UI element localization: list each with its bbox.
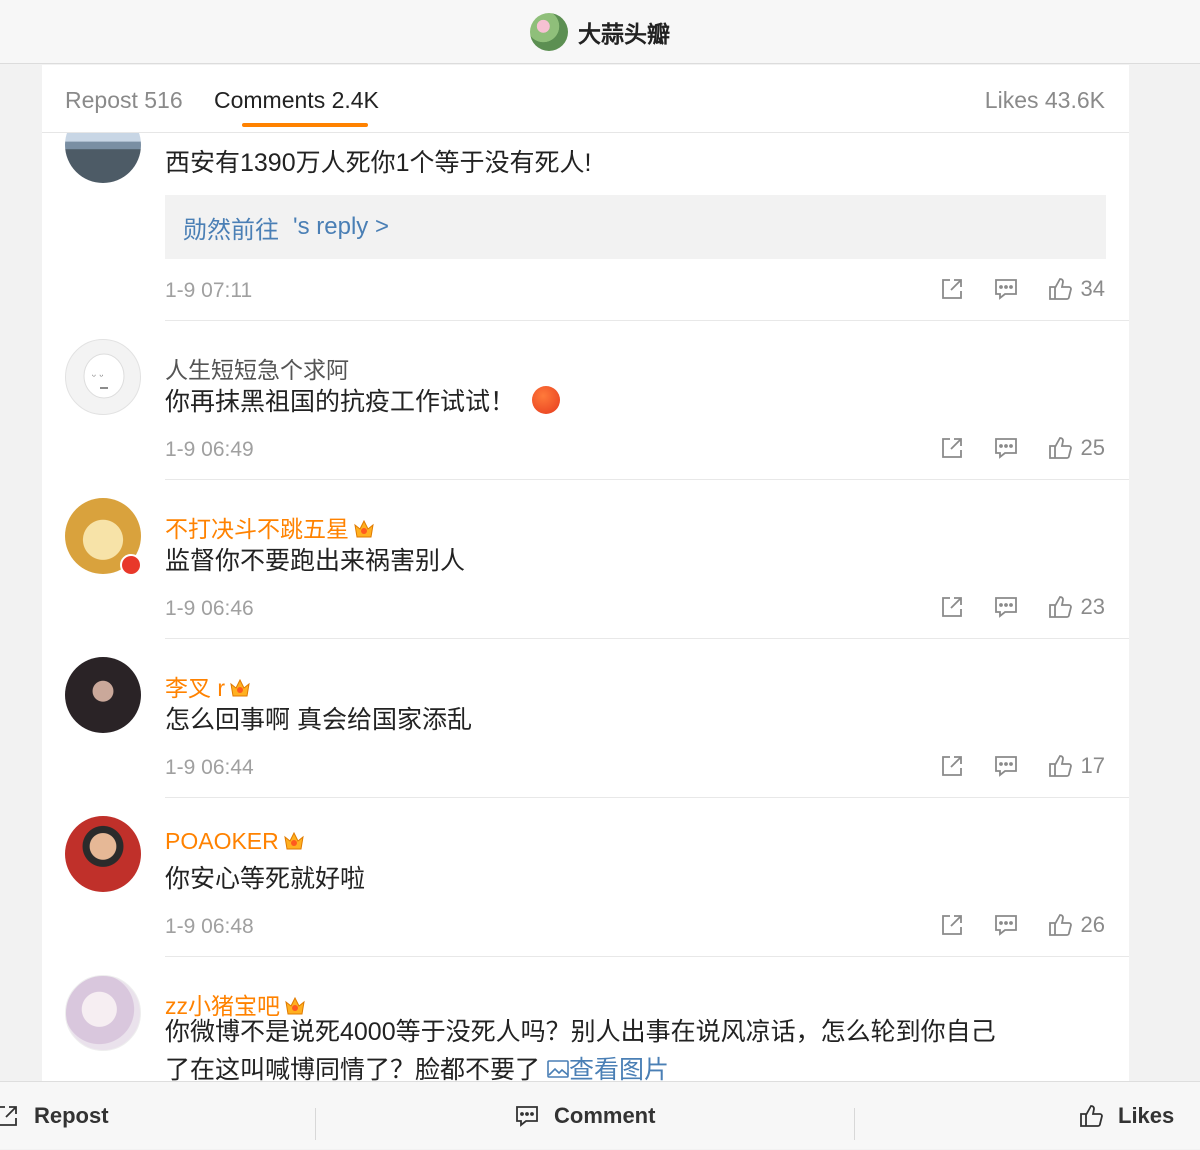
username[interactable]: 人生短短急个求阿: [165, 351, 349, 385]
avatar[interactable]: [65, 657, 141, 733]
like-count: 17: [1080, 753, 1105, 778]
username-text[interactable]: 李叉 r: [165, 675, 225, 701]
comment-icon[interactable]: [993, 276, 1019, 302]
tab-repost[interactable]: Repost 516: [65, 87, 183, 114]
vip-crown-icon: [230, 678, 250, 697]
username[interactable]: 不打决斗不跳五星: [165, 510, 375, 544]
header-title[interactable]: 大蒜头瓣: [578, 15, 670, 49]
like-count: 23: [1080, 594, 1105, 619]
username[interactable]: POAOKER: [165, 828, 305, 855]
image-icon: [547, 1060, 569, 1078]
like-count: 26: [1080, 912, 1105, 937]
divider: [165, 320, 1129, 321]
divider: [165, 479, 1129, 480]
comment-text-line-2-content: 了在这叫喊博同情了？脸都不要了: [165, 1056, 541, 1081]
divider: [165, 797, 1129, 798]
comment-text-line-2: 了在这叫喊博同情了？脸都不要了 查看图片: [165, 1051, 669, 1081]
comment-icon: [516, 1106, 538, 1127]
comment-text: 怎么回事啊 真会给国家添乱: [165, 706, 472, 734]
comment-time: 1-9 06:49: [165, 438, 254, 461]
avatar[interactable]: ᵕ ᵕ: [65, 339, 141, 415]
svg-text:ᵕ ᵕ: ᵕ ᵕ: [92, 372, 103, 383]
likes-button[interactable]: Likes: [1078, 1082, 1174, 1150]
view-image-text[interactable]: 查看图片: [569, 1056, 669, 1081]
thumbs-up-icon[interactable]: [1047, 594, 1073, 620]
separator: [315, 1108, 316, 1140]
comment-time: 1-9 06:48: [165, 915, 254, 938]
vip-crown-icon: [354, 519, 374, 538]
share-icon[interactable]: [939, 276, 965, 302]
view-image-link[interactable]: 查看图片: [547, 1056, 669, 1081]
top-header: 大蒜头瓣: [0, 0, 1200, 64]
bottom-action-bar: Repost Comment Likes: [0, 1081, 1200, 1149]
likes-label: Likes: [1118, 1103, 1175, 1128]
comment-text: 监督你不要跑出来祸害别人: [165, 547, 466, 575]
comment-text-line-1: 你微博不是说死4000等于没死人吗？别人出事在说风凉话，怎么轮到你自己: [165, 1018, 996, 1046]
repost-icon: [0, 1106, 17, 1126]
tab-bar: Repost 516 Comments 2.4K Likes 43.6K: [42, 65, 1129, 133]
header-avatar[interactable]: [530, 12, 568, 51]
comment-button[interactable]: Comment: [514, 1082, 655, 1150]
like-count: 34: [1080, 276, 1105, 301]
share-icon[interactable]: [939, 594, 965, 620]
thumbs-up-icon[interactable]: [1047, 912, 1073, 938]
comment-actions: 34: [911, 276, 1105, 302]
comment-text: 你再抹黑祖国的抗疫工作试试！: [165, 383, 560, 421]
comment-icon[interactable]: [993, 912, 1019, 938]
verified-badge-icon: [120, 554, 142, 576]
divider: [165, 638, 1129, 639]
username[interactable]: 李叉 r: [165, 669, 251, 703]
comment-actions: 26: [911, 912, 1105, 938]
comment-icon[interactable]: [993, 753, 1019, 779]
divider: [165, 956, 1129, 957]
comment-label: Comment: [554, 1103, 656, 1128]
like-count: 25: [1080, 435, 1105, 460]
avatar[interactable]: [65, 975, 141, 1051]
comment-time: 1-9 07:11: [165, 279, 253, 302]
username-text[interactable]: 不打决斗不跳五星: [165, 516, 349, 542]
comment-list: 西安有1390万人死你1个等于没有死人! 勋然前往 's reply > 1-9…: [42, 65, 1129, 1081]
comment-text: 你安心等死就好啦: [165, 865, 366, 893]
vip-crown-icon: [284, 831, 304, 850]
tab-comments[interactable]: Comments 2.4K: [214, 87, 379, 114]
comment-actions: 17: [911, 753, 1105, 779]
comment-time: 1-9 06:44: [165, 756, 254, 779]
thumbs-up-icon[interactable]: [1047, 435, 1073, 461]
comment-icon[interactable]: [993, 594, 1019, 620]
comments-card: 西安有1390万人死你1个等于没有死人! 勋然前往 's reply > 1-9…: [42, 65, 1129, 1081]
comment-time: 1-9 06:46: [165, 597, 254, 620]
share-icon[interactable]: [939, 435, 965, 461]
angry-emoji-icon: [531, 386, 560, 414]
share-icon[interactable]: [939, 753, 965, 779]
username-text[interactable]: POAOKER: [165, 828, 279, 854]
separator: [854, 1108, 855, 1140]
repost-label: Repost: [34, 1103, 109, 1128]
reply-author[interactable]: 勋然前往: [183, 210, 279, 245]
share-icon[interactable]: [939, 912, 965, 938]
avatar[interactable]: [65, 816, 141, 892]
tab-likes[interactable]: Likes 43.6K: [985, 87, 1105, 114]
active-tab-indicator: [242, 123, 368, 127]
reply-link[interactable]: 's reply >: [293, 213, 389, 241]
comment-actions: 25: [911, 435, 1105, 461]
thumbs-up-icon[interactable]: [1047, 276, 1073, 302]
thumbs-up-icon: [1080, 1105, 1103, 1127]
reply-box[interactable]: 勋然前往 's reply >: [165, 195, 1106, 259]
comment-text: 西安有1390万人死你1个等于没有死人!: [165, 149, 592, 177]
comment-text-content: 你再抹黑祖国的抗疫工作试试！: [165, 388, 516, 416]
thumbs-up-icon[interactable]: [1047, 753, 1073, 779]
repost-button[interactable]: Repost: [0, 1082, 109, 1150]
comment-actions: 23: [911, 594, 1105, 620]
comment-icon[interactable]: [993, 435, 1019, 461]
